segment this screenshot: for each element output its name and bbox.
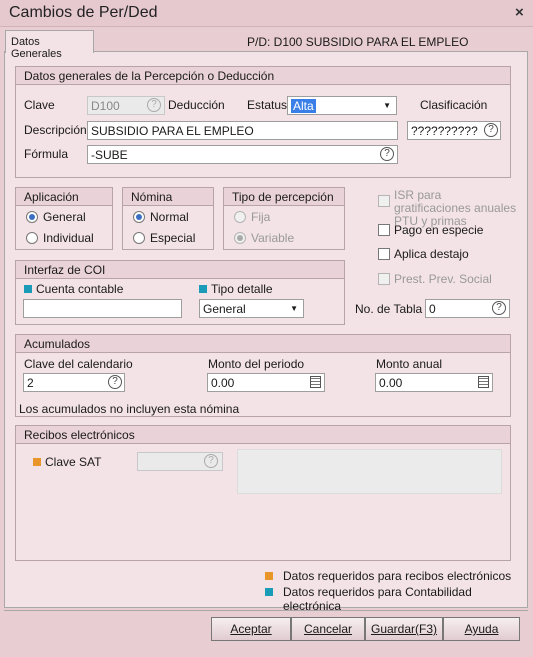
estatus-value: Alta <box>291 99 316 113</box>
cancelar-button[interactable]: Cancelar <box>291 617 365 641</box>
fija-label: Fija <box>251 210 271 224</box>
guardar-button[interactable]: Guardar(F3) <box>365 617 443 641</box>
calculator-icon[interactable] <box>310 376 321 388</box>
help-icon[interactable]: ? <box>108 375 122 389</box>
group-header: Nómina <box>123 188 213 206</box>
chevron-down-icon: ▼ <box>383 101 391 110</box>
aplica-destajo-checkbox[interactable] <box>378 248 390 260</box>
cuenta-label: Cuenta contable <box>36 282 124 296</box>
help-icon: ? <box>204 454 218 468</box>
monto-periodo-field[interactable]: 0.00 <box>207 373 325 392</box>
tipo-detalle-value: General <box>203 302 246 316</box>
clave-sat-label: Clave SAT <box>45 455 102 469</box>
aceptar-label: Aceptar <box>230 622 272 636</box>
estatus-select[interactable]: Alta ▼ <box>287 96 397 115</box>
cuenta-field[interactable] <box>23 299 182 318</box>
estatus-label: Estatus <box>247 98 288 112</box>
group-header: Aplicación <box>16 188 112 206</box>
variable-label: Variable <box>251 231 295 245</box>
monto-anual-label: Monto anual <box>376 357 443 371</box>
close-icon[interactable]: × <box>515 4 524 21</box>
guardar-label: Guardar(F3) <box>370 622 438 636</box>
group-header: Datos generales de la Percepción o Deduc… <box>16 67 510 85</box>
calendario-value: 2 <box>27 376 34 390</box>
ayuda-button[interactable]: Ayuda <box>443 617 520 641</box>
orange-marker <box>33 458 41 466</box>
help-icon[interactable]: ? <box>380 147 394 161</box>
descripcion-field[interactable]: SUBSIDIO PARA EL EMPLEO <box>87 121 398 140</box>
variable-radio <box>234 232 246 244</box>
formula-label: Fórmula <box>24 147 69 161</box>
tab-datos-generales[interactable]: Datos Generales <box>5 30 94 60</box>
tipo-detalle-select[interactable]: General ▼ <box>199 299 304 318</box>
aceptar-button[interactable]: Aceptar <box>211 617 291 641</box>
especial-label: Especial <box>150 231 196 245</box>
clave-value: D100 <box>91 99 120 113</box>
help-icon[interactable]: ? <box>492 301 506 315</box>
fija-radio <box>234 211 246 223</box>
calendario-label: Clave del calendario <box>24 357 133 371</box>
group-header: Tipo de percepción <box>224 188 344 206</box>
group-header: Acumulados <box>16 335 510 353</box>
ayuda-label: Ayuda <box>464 622 499 636</box>
monto-periodo-label: Monto del periodo <box>208 357 305 371</box>
aplica-destajo-label: Aplica destajo <box>394 247 469 261</box>
teal-marker <box>199 285 207 293</box>
formula-value: -SUBE <box>91 148 128 162</box>
tabla-value: 0 <box>429 302 436 316</box>
pd-label: P/D: D100 SUBSIDIO PARA EL EMPLEO <box>247 35 469 49</box>
deduccion-label: Deducción <box>168 98 225 112</box>
sat-detail-panel <box>237 449 502 494</box>
group-header: Recibos electrónicos <box>16 426 510 444</box>
help-icon: ? <box>147 98 161 112</box>
clasificacion-label: Clasificación <box>420 98 488 112</box>
clasificacion-value: ?????????? <box>411 124 478 138</box>
tipo-detalle-label: Tipo detalle <box>211 282 273 296</box>
acumulados-note: Los acumulados no incluyen esta nómina <box>19 402 240 416</box>
prest-prev-checkbox <box>378 273 390 285</box>
tabla-label: No. de Tabla <box>355 302 423 316</box>
clave-label: Clave <box>24 98 55 112</box>
window-title: Cambios de Per/Ded <box>9 4 158 21</box>
formula-field[interactable]: -SUBE <box>87 145 398 164</box>
teal-marker <box>24 285 32 293</box>
bottom-separator <box>4 610 528 611</box>
monto-periodo-value: 0.00 <box>211 376 235 390</box>
teal-legend-text: Datos requeridos para Contabilidad elect… <box>283 585 472 613</box>
teal-legend-marker <box>265 588 273 596</box>
monto-anual-value: 0.00 <box>379 376 403 390</box>
general-label: General <box>43 210 86 224</box>
pago-especie-label: Pago en especie <box>394 223 484 237</box>
normal-label: Normal <box>150 210 189 224</box>
orange-legend-marker <box>265 572 273 580</box>
normal-radio[interactable] <box>133 211 145 223</box>
help-icon[interactable]: ? <box>484 123 498 137</box>
individual-label: Individual <box>43 231 94 245</box>
descripcion-value: SUBSIDIO PARA EL EMPLEO <box>91 124 254 138</box>
chevron-down-icon: ▼ <box>290 304 298 313</box>
individual-radio[interactable] <box>26 232 38 244</box>
cancelar-label: Cancelar <box>303 622 353 636</box>
calculator-icon[interactable] <box>478 376 489 388</box>
general-radio[interactable] <box>26 211 38 223</box>
orange-legend-text: Datos requeridos para recibos electrónic… <box>283 569 512 583</box>
prest-prev-label: Prest. Prev. Social <box>394 272 492 286</box>
pago-especie-checkbox[interactable] <box>378 224 390 236</box>
especial-radio[interactable] <box>133 232 145 244</box>
group-header: Interfaz de COI <box>16 261 344 279</box>
descripcion-label: Descripción <box>24 123 87 137</box>
isr-checkbox <box>378 195 390 207</box>
monto-anual-field[interactable]: 0.00 <box>375 373 493 392</box>
